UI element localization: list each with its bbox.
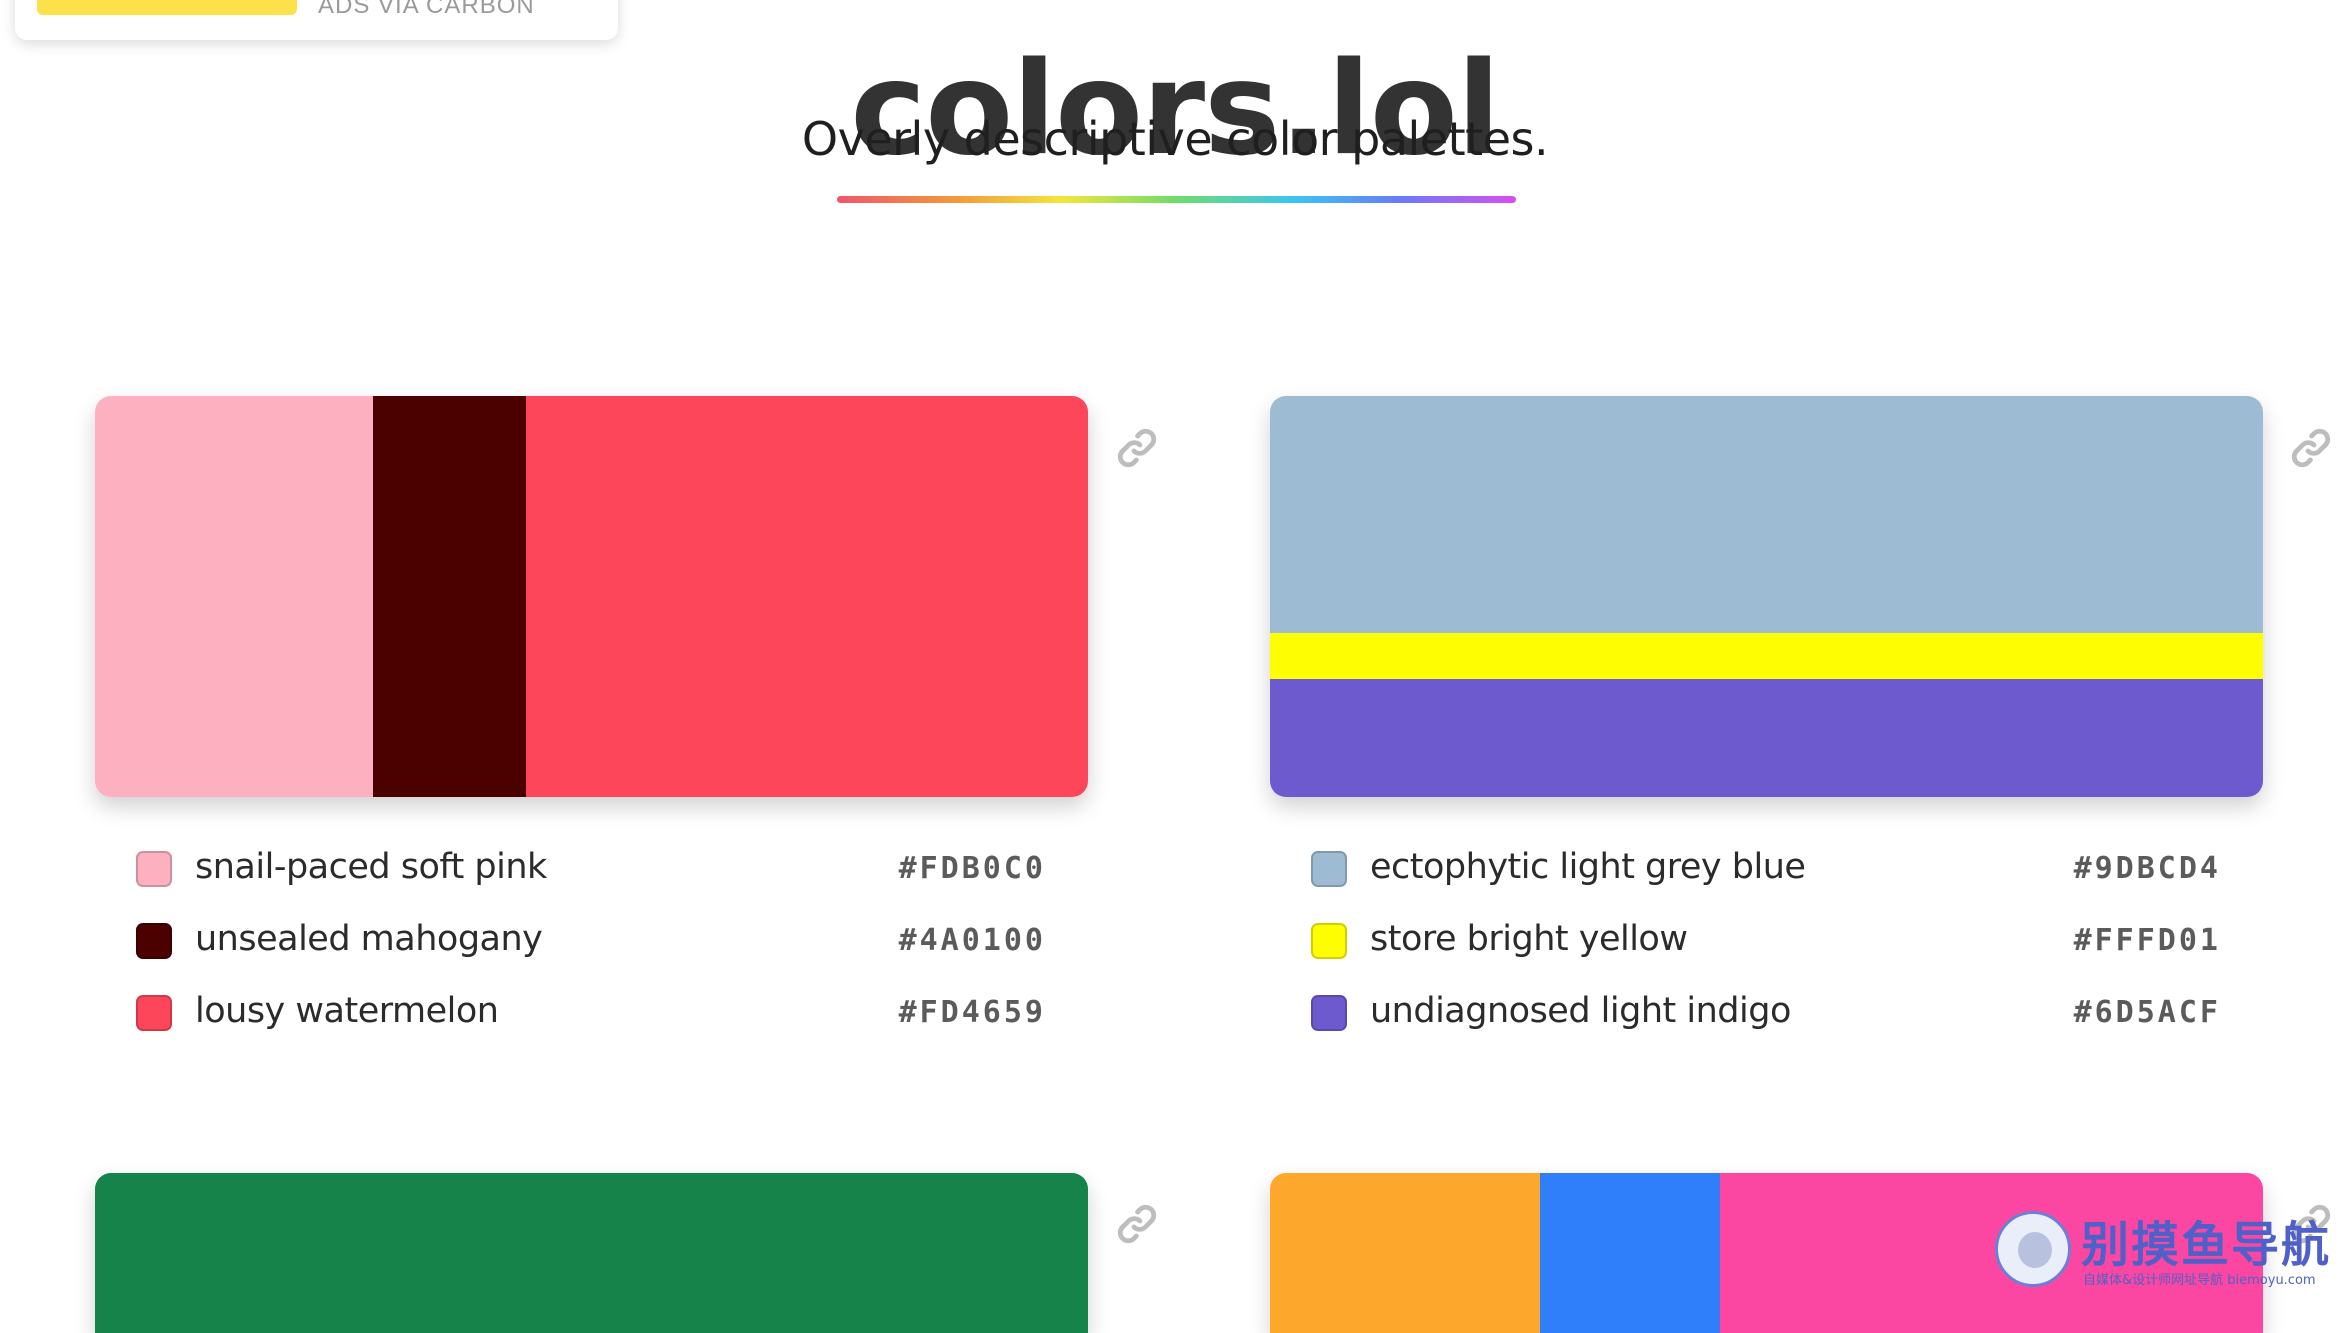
ad-image[interactable]	[37, 0, 297, 15]
color-band[interactable]	[373, 396, 526, 797]
color-row[interactable]: undiagnosed light indigo #6D5ACF	[1270, 991, 2263, 1065]
palette-card	[95, 1173, 1088, 1333]
color-list: snail-paced soft pink #FDB0C0 unsealed m…	[95, 847, 1088, 1065]
color-hex[interactable]: #FDB0C0	[899, 851, 1046, 886]
site-subtitle: Overly descriptive color palettes.	[801, 112, 1549, 166]
color-row[interactable]: ectophytic light grey blue #9DBCD4	[1270, 847, 2263, 921]
color-name: snail-paced soft pink	[195, 847, 547, 887]
color-chip	[1311, 923, 1347, 959]
color-band[interactable]	[95, 396, 374, 797]
color-band[interactable]	[1270, 632, 2263, 679]
link-icon[interactable]	[1113, 424, 1161, 472]
color-list: ectophytic light grey blue #9DBCD4 store…	[1270, 847, 2263, 1065]
color-band[interactable]	[95, 1173, 1088, 1333]
ad-label[interactable]: ADS VIA CARBON	[318, 0, 535, 20]
palette-card: ectophytic light grey blue #9DBCD4 store…	[1270, 396, 2263, 1065]
color-row[interactable]: lousy watermelon #FD4659	[95, 991, 1088, 1065]
palette-swatch[interactable]	[1270, 396, 2263, 797]
color-chip	[136, 923, 172, 959]
color-hex[interactable]: #FFFD01	[2074, 923, 2221, 958]
watermark-text: 别摸鱼导航	[2081, 1217, 2332, 1273]
rainbow-underline	[837, 196, 1516, 203]
color-band[interactable]	[1270, 1173, 1541, 1333]
color-row[interactable]: unsealed mahogany #4A0100	[95, 919, 1088, 993]
color-band[interactable]	[1270, 396, 2263, 633]
color-band[interactable]	[1540, 1173, 1720, 1333]
watermark-subtext: 自媒体&设计师网址导航 biemoyu.com	[2083, 1273, 2316, 1288]
color-band[interactable]	[1270, 678, 2263, 797]
color-name: store bright yellow	[1370, 919, 1688, 959]
color-hex[interactable]: #6D5ACF	[2074, 995, 2221, 1030]
color-row[interactable]: snail-paced soft pink #FDB0C0	[95, 847, 1088, 921]
palette-card: snail-paced soft pink #FDB0C0 unsealed m…	[95, 396, 1088, 1065]
color-chip	[136, 995, 172, 1031]
color-hex[interactable]: #9DBCD4	[2074, 851, 2221, 886]
color-band[interactable]	[525, 396, 1088, 797]
color-hex[interactable]: #4A0100	[899, 923, 1046, 958]
color-chip	[136, 851, 172, 887]
color-row[interactable]: store bright yellow #FFFD01	[1270, 919, 2263, 993]
color-chip	[1311, 851, 1347, 887]
link-icon[interactable]	[2287, 424, 2335, 472]
palette-swatch[interactable]	[95, 396, 1088, 797]
palette-swatch[interactable]	[95, 1173, 1088, 1333]
color-chip	[1311, 995, 1347, 1031]
color-name: ectophytic light grey blue	[1370, 847, 1806, 887]
color-name: unsealed mahogany	[195, 919, 543, 959]
color-name: undiagnosed light indigo	[1370, 991, 1791, 1031]
watermark: 别摸鱼导航 自媒体&设计师网址导航 biemoyu.com	[1995, 1205, 2345, 1290]
link-icon[interactable]	[1113, 1200, 1161, 1248]
color-hex[interactable]: #FD4659	[899, 995, 1046, 1030]
carbon-ad[interactable]: ADS VIA CARBON	[15, 0, 618, 40]
koala-logo-icon	[1995, 1211, 2071, 1287]
color-name: lousy watermelon	[195, 991, 499, 1031]
